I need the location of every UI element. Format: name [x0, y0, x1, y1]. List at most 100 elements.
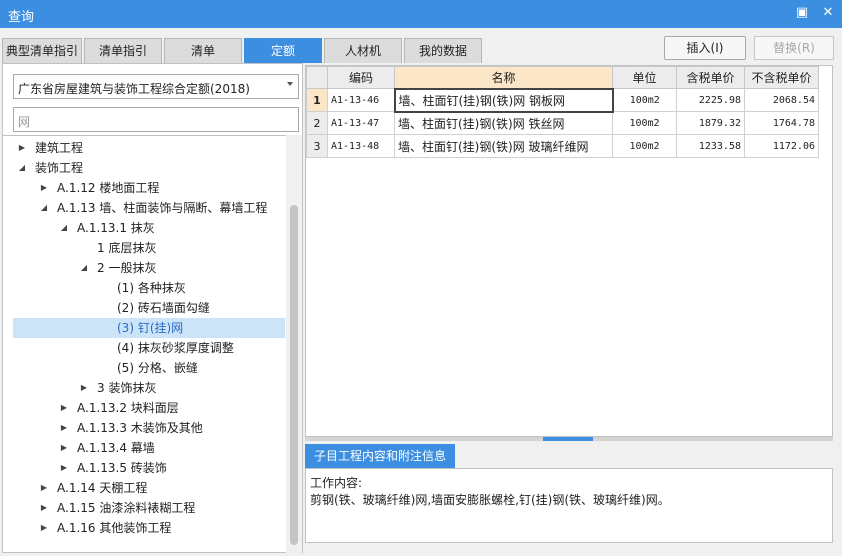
cell-notax-price[interactable]: 1172.06 [744, 134, 819, 158]
tree-node-label: A.1.13.3 木装饰及其他 [77, 421, 203, 435]
cell-unit[interactable]: 100m2 [612, 88, 677, 112]
tree-node-label: A.1.15 油漆涂料裱糊工程 [57, 501, 196, 515]
row-number[interactable]: 1 [306, 88, 328, 112]
expand-arrow-icon[interactable]: ▶ [39, 178, 49, 198]
query-window: 查询 ▣ ✕ 典型清单指引 清单指引 清单 定额 人材机 我的数据 插入(I) … [0, 0, 842, 556]
tab-labor-material-machine[interactable]: 人材机 [324, 38, 402, 63]
expand-arrow-icon[interactable]: ▶ [59, 458, 69, 478]
cell-notax-price[interactable]: 1764.78 [744, 111, 819, 135]
library-select[interactable]: 广东省房屋建筑与装饰工程综合定额(2018) [13, 74, 299, 99]
tree-node[interactable]: ◢ A.1.13.1 抹灰 [13, 218, 285, 238]
restore-icon[interactable]: ▣ [794, 5, 810, 21]
tree-node[interactable]: ▶ A.1.12 楼地面工程 [13, 178, 285, 198]
tree-node[interactable]: ◢ 2 一般抹灰 [13, 258, 285, 278]
tree-node-label: (4) 抹灰砂浆厚度调整 [117, 341, 234, 355]
tree-node[interactable]: ▶ A.1.13.2 块料面层 [13, 398, 285, 418]
expand-arrow-icon[interactable]: ▶ [39, 498, 49, 518]
tree-node-label: A.1.13.2 块料面层 [77, 401, 179, 415]
collapse-arrow-icon[interactable]: ◢ [39, 198, 49, 218]
cell-tax-price[interactable]: 1879.32 [676, 111, 745, 135]
row-number[interactable]: 3 [306, 134, 328, 158]
tree-node-label: (2) 砖石墙面勾缝 [117, 301, 210, 315]
tree-node[interactable]: ▶ 3 装饰抹灰 [13, 378, 285, 398]
table-header-row: 编码 名称 单位 含税单价 不含税单价 [306, 66, 819, 89]
tree-scrollbar[interactable] [286, 135, 302, 553]
tab-bill-guide[interactable]: 清单指引 [84, 38, 162, 63]
header-name[interactable]: 名称 [394, 66, 613, 89]
scrollbar-thumb[interactable] [290, 205, 298, 545]
header-tax-price[interactable]: 含税单价 [676, 66, 745, 89]
category-tree: ▶ 建筑工程 ◢ 装饰工程 ▶ A.1.12 楼地面工程 ◢ A.1.13 墙、柱面装饰… [3, 135, 286, 553]
tree-node-label: A.1.13.4 幕墙 [77, 441, 155, 455]
expand-arrow-icon[interactable]: ▶ [59, 398, 69, 418]
cell-code[interactable]: A1-13-47 [327, 111, 395, 135]
table-row[interactable]: 2 A1-13-47 墙、柱面钉(挂)钢(铁)网 铁丝网 100m2 1879.… [306, 111, 819, 135]
cell-unit[interactable]: 100m2 [612, 111, 677, 135]
expand-arrow-icon[interactable]: ▶ [39, 518, 49, 538]
tab-work-content[interactable]: 子目工程内容和附注信息 [305, 444, 455, 468]
search-input[interactable]: 网 [13, 107, 299, 132]
expand-arrow-icon[interactable]: ▶ [17, 138, 27, 158]
tab-my-data[interactable]: 我的数据 [404, 38, 482, 63]
collapse-arrow-icon[interactable]: ◢ [79, 258, 89, 278]
tree-node[interactable]: ▶ A.1.13.4 幕墙 [13, 438, 285, 458]
work-content-text: 剪钢(铁、玻璃纤维)网,墙面安膨胀螺栓,钉(挂)钢(铁、玻璃纤维)网。 [310, 493, 670, 507]
title-bar: 查询 ▣ ✕ [0, 0, 842, 28]
tree-node-label: A.1.14 天棚工程 [57, 481, 148, 495]
tree-node-label: (1) 各种抹灰 [117, 281, 186, 295]
tree-node-label: A.1.12 楼地面工程 [57, 181, 160, 195]
tree-node-label: A.1.13 墙、柱面装饰与隔断、幕墙工程 [57, 201, 268, 215]
tree-node[interactable]: ▶ A.1.13.3 木装饰及其他 [13, 418, 285, 438]
cell-name[interactable]: 墙、柱面钉(挂)钢(铁)网 铁丝网 [394, 111, 613, 135]
tree-node[interactable]: ▶ A.1.13.5 砖装饰 [13, 458, 285, 478]
chevron-down-icon [287, 82, 293, 86]
tree-node-label: 3 装饰抹灰 [97, 381, 157, 395]
cell-tax-price[interactable]: 2225.98 [676, 88, 745, 112]
tree-node[interactable]: (1) 各种抹灰 [13, 278, 285, 298]
collapse-arrow-icon[interactable]: ◢ [17, 158, 27, 178]
window-title: 查询 [8, 10, 35, 25]
tree-node[interactable]: ◢ A.1.13 墙、柱面装饰与隔断、幕墙工程 [13, 198, 285, 218]
table-row[interactable]: 3 A1-13-48 墙、柱面钉(挂)钢(铁)网 玻璃纤维网 100m2 123… [306, 134, 819, 158]
row-number[interactable]: 2 [306, 111, 328, 135]
header-notax-price[interactable]: 不含税单价 [744, 66, 819, 89]
tree-node[interactable]: ▶ 建筑工程 [13, 138, 285, 158]
tree-node[interactable]: ◢ 装饰工程 [13, 158, 285, 178]
insert-button[interactable]: 插入(I) [664, 36, 746, 60]
tree-node-label: (3) 钉(挂)网 [117, 321, 184, 335]
header-unit[interactable]: 单位 [612, 66, 677, 89]
tree-node[interactable]: (4) 抹灰砂浆厚度调整 [13, 338, 285, 358]
tree-node[interactable]: ▶ A.1.16 其他装饰工程 [13, 518, 285, 538]
search-placeholder: 网 [18, 115, 31, 129]
tab-typical-bill-guide[interactable]: 典型清单指引 [2, 38, 82, 63]
tab-quota[interactable]: 定额 [244, 38, 322, 63]
cell-name[interactable]: 墙、柱面钉(挂)钢(铁)网 钢板网 [393, 87, 614, 113]
collapse-arrow-icon[interactable]: ◢ [59, 218, 69, 238]
tree-node[interactable]: ▶ A.1.15 油漆涂料裱糊工程 [13, 498, 285, 518]
expand-arrow-icon[interactable]: ▶ [79, 378, 89, 398]
header-code[interactable]: 编码 [327, 66, 395, 89]
expand-arrow-icon[interactable]: ▶ [39, 478, 49, 498]
cell-notax-price[interactable]: 2068.54 [744, 88, 819, 112]
library-select-value: 广东省房屋建筑与装饰工程综合定额(2018) [18, 82, 250, 96]
tree-node[interactable]: (5) 分格、嵌缝 [13, 358, 285, 378]
tree-node[interactable]: ▶ A.1.14 天棚工程 [13, 478, 285, 498]
expand-arrow-icon[interactable]: ▶ [59, 418, 69, 438]
tree-node-selected[interactable]: (3) 钉(挂)网 [13, 318, 285, 338]
tree-node-label: 1 底层抹灰 [97, 241, 157, 255]
cell-code[interactable]: A1-13-46 [327, 88, 395, 112]
expand-arrow-icon[interactable]: ▶ [59, 438, 69, 458]
tree-node-label: A.1.13.5 砖装饰 [77, 461, 167, 475]
table-row[interactable]: 1 A1-13-46 墙、柱面钉(挂)钢(铁)网 钢板网 100m2 2225.… [306, 87, 819, 113]
tree-node[interactable]: 1 底层抹灰 [13, 238, 285, 258]
cell-unit[interactable]: 100m2 [612, 134, 677, 158]
tab-bill[interactable]: 清单 [164, 38, 242, 63]
tree-node[interactable]: (2) 砖石墙面勾缝 [13, 298, 285, 318]
close-icon[interactable]: ✕ [820, 5, 836, 21]
cell-tax-price[interactable]: 1233.58 [676, 134, 745, 158]
cell-code[interactable]: A1-13-48 [327, 134, 395, 158]
tree-node-label: 装饰工程 [35, 161, 84, 175]
replace-button[interactable]: 替换(R) [754, 36, 834, 60]
cell-name[interactable]: 墙、柱面钉(挂)钢(铁)网 玻璃纤维网 [394, 134, 613, 158]
quota-table: 编码 名称 单位 含税单价 不含税单价 1 A1-13-46 墙、柱面钉(挂)钢… [306, 66, 819, 158]
